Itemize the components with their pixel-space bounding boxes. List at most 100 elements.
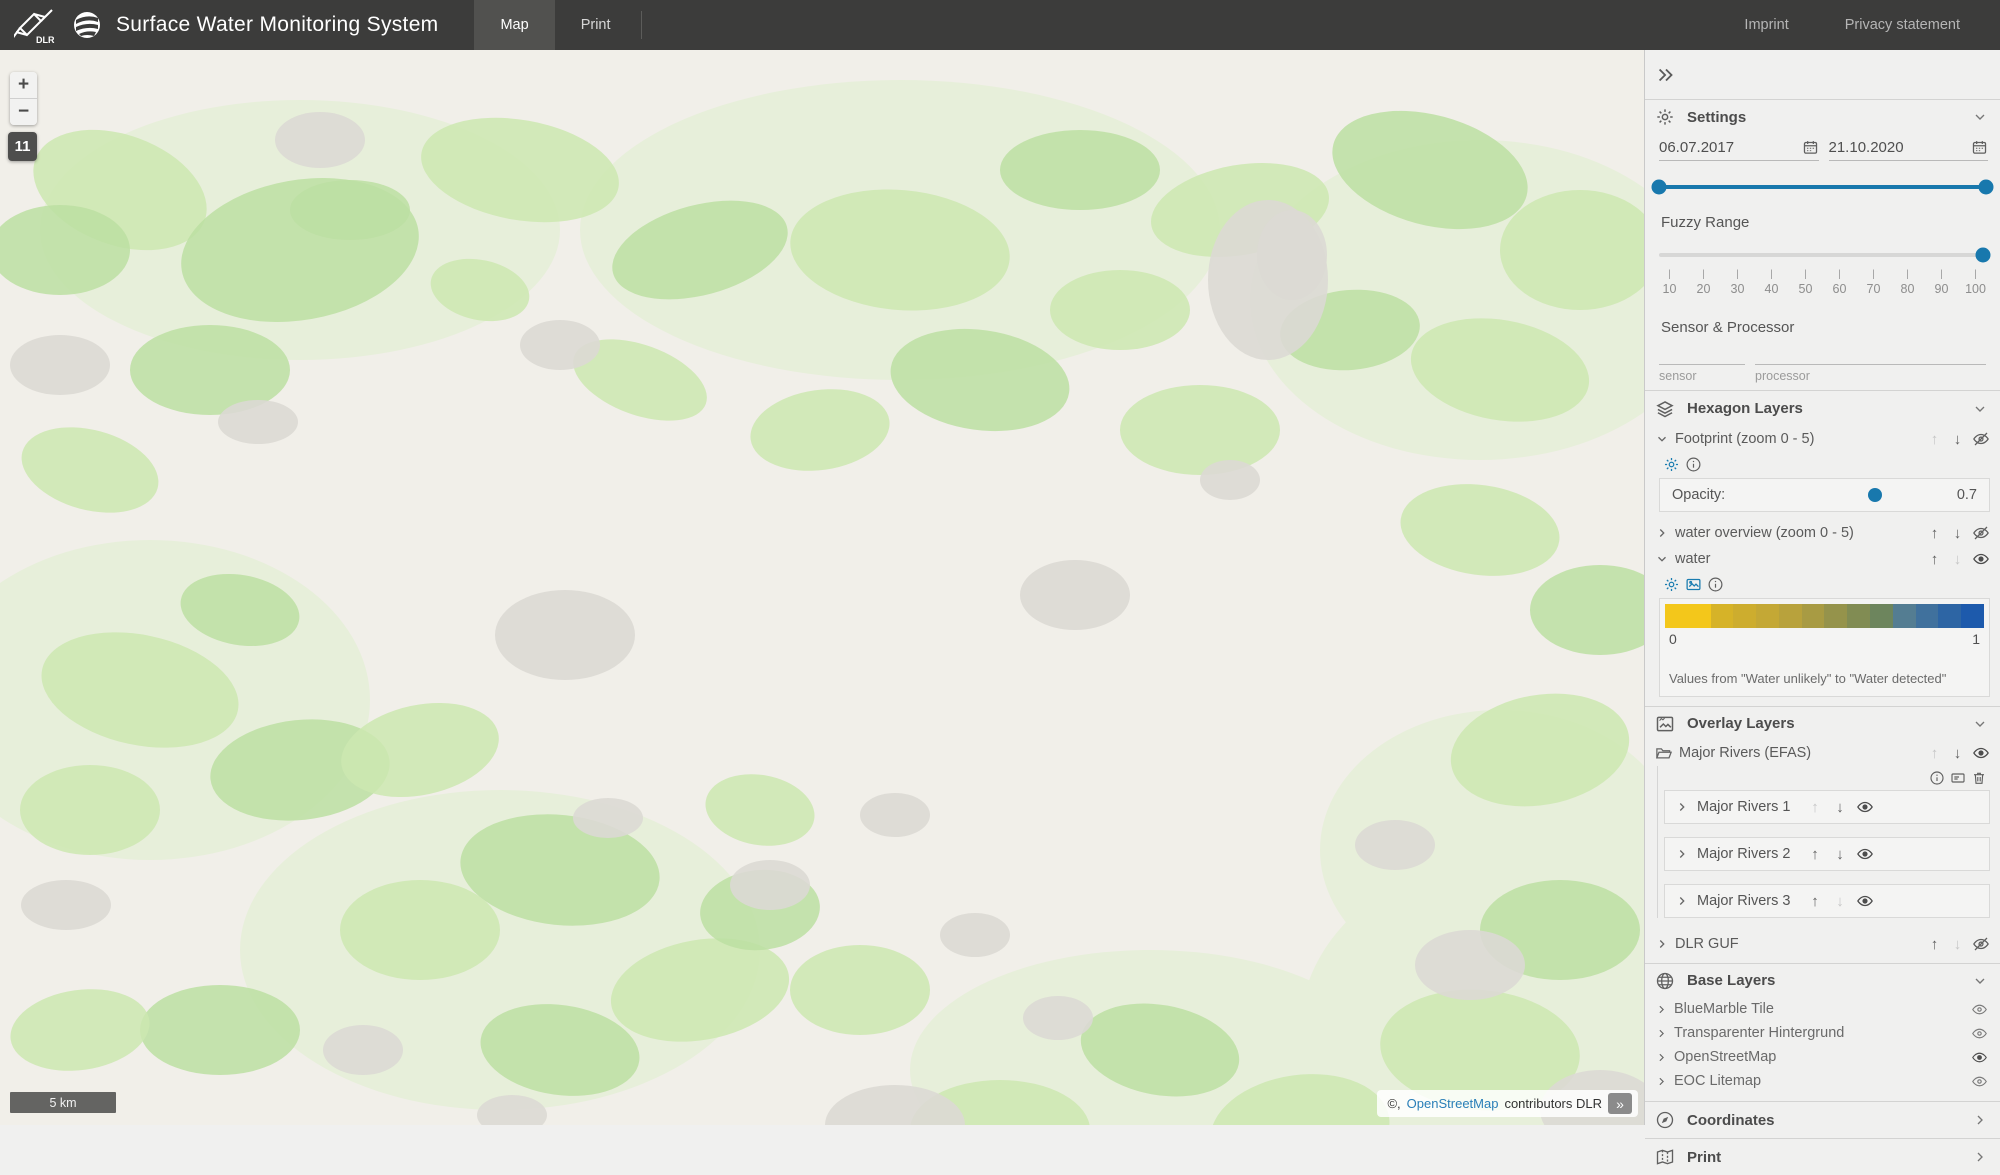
calendar-icon[interactable] <box>1802 139 1819 156</box>
info-icon[interactable] <box>1685 456 1702 473</box>
eye-active-icon[interactable] <box>1971 1049 1988 1066</box>
fuzzy-range-slider[interactable] <box>1645 240 2000 270</box>
eye-icon[interactable] <box>1972 744 1990 762</box>
print-section[interactable]: Print <box>1645 1139 2000 1175</box>
chevron-down-icon[interactable] <box>1972 973 1988 989</box>
move-up-icon[interactable]: ↑ <box>1806 799 1823 816</box>
move-down-icon[interactable]: ↓ <box>1949 745 1966 762</box>
chevron-right-icon[interactable] <box>1655 526 1669 540</box>
calendar-icon[interactable] <box>1971 139 1988 156</box>
range-handle-end[interactable] <box>1979 180 1994 195</box>
chevron-down-icon[interactable] <box>1972 401 1988 417</box>
eye-icon[interactable] <box>1856 845 1874 863</box>
move-up-icon[interactable]: ↑ <box>1926 745 1943 762</box>
base-layer-eoc-litemap[interactable]: EOC Litemap <box>1645 1069 2000 1093</box>
legend-image-icon[interactable] <box>1685 576 1702 593</box>
fuzzy-handle[interactable] <box>1975 248 1990 263</box>
layer-settings-gear-icon[interactable] <box>1663 456 1680 473</box>
move-down-icon[interactable]: ↓ <box>1949 431 1966 448</box>
osm-link[interactable]: OpenStreetMap <box>1407 1096 1499 1111</box>
map-canvas[interactable]: + − 11 5 km ©, OpenStreetMap contributor… <box>0 50 1644 1125</box>
move-down-icon[interactable]: ↓ <box>1949 525 1966 542</box>
chevron-right-icon[interactable] <box>1675 894 1689 908</box>
move-up-icon[interactable]: ↑ <box>1926 525 1943 542</box>
opacity-slider[interactable] <box>1735 479 1947 511</box>
move-up-icon[interactable]: ↑ <box>1806 846 1823 863</box>
overlay-layers-header[interactable]: Overlay Layers <box>1645 707 2000 740</box>
coordinates-section[interactable]: Coordinates <box>1645 1102 2000 1138</box>
layer-row-major-rivers-3[interactable]: Major Rivers 3 ↑ ↓ <box>1664 884 1990 918</box>
base-layer-transparent[interactable]: Transparenter Hintergrund <box>1645 1021 2000 1045</box>
move-down-icon[interactable]: ↓ <box>1949 551 1966 568</box>
chevron-down-icon[interactable] <box>1655 432 1669 446</box>
info-icon[interactable] <box>1707 576 1724 593</box>
sensor-field[interactable]: sensor <box>1659 350 1745 390</box>
chevron-right-icon[interactable] <box>1655 937 1669 951</box>
chevron-right-icon[interactable] <box>1675 847 1689 861</box>
chevron-down-icon[interactable] <box>1972 716 1988 732</box>
move-down-icon[interactable]: ↓ <box>1831 846 1848 863</box>
imprint-link[interactable]: Imprint <box>1744 17 1788 33</box>
base-layers-header[interactable]: Base Layers <box>1645 964 2000 997</box>
date-from-field[interactable]: 06.07.2017 <box>1659 134 1819 161</box>
eye-off-icon[interactable] <box>1972 430 1990 448</box>
chevron-right-icon[interactable] <box>1655 1051 1668 1064</box>
tab-print[interactable]: Print <box>555 0 637 50</box>
layer-name: water overview (zoom 0 - 5) <box>1675 525 1854 541</box>
zoom-in-button[interactable]: + <box>10 72 37 99</box>
attribution-expand-button[interactable]: » <box>1608 1093 1632 1114</box>
chevron-right-icon[interactable] <box>1972 1112 1988 1128</box>
base-layer-openstreetmap[interactable]: OpenStreetMap <box>1645 1045 2000 1069</box>
base-layer-name: OpenStreetMap <box>1674 1049 1776 1065</box>
overlay-layers-title: Overlay Layers <box>1687 715 1795 732</box>
eye-off-icon[interactable] <box>1972 524 1990 542</box>
layer-row-major-rivers-2[interactable]: Major Rivers 2 ↑ ↓ <box>1664 837 1990 871</box>
chevron-right-icon[interactable] <box>1972 1149 1988 1165</box>
settings-header[interactable]: Settings <box>1645 100 2000 134</box>
eye-icon[interactable] <box>1971 1073 1988 1090</box>
date-to-field[interactable]: 21.10.2020 <box>1829 134 1989 161</box>
move-down-icon[interactable]: ↓ <box>1949 936 1966 953</box>
move-up-icon[interactable]: ↑ <box>1806 893 1823 910</box>
layer-row-dlr-guf[interactable]: DLR GUF ↑ ↓ <box>1645 931 2000 957</box>
chevron-right-icon[interactable] <box>1655 1075 1668 1088</box>
layer-row-major-rivers-1[interactable]: Major Rivers 1 ↑ ↓ <box>1664 790 1990 824</box>
note-icon[interactable] <box>1950 770 1966 786</box>
attribution-copyright: ©, <box>1387 1096 1400 1111</box>
collapse-sidebar-icon[interactable] <box>1655 64 1677 86</box>
processor-field[interactable]: processor <box>1755 350 1986 390</box>
chevron-right-icon[interactable] <box>1675 800 1689 814</box>
layer-row-water[interactable]: water ↑ ↓ <box>1645 546 2000 572</box>
layer-row-footprint[interactable]: Footprint (zoom 0 - 5) ↑ ↓ <box>1645 426 2000 452</box>
chevron-right-icon[interactable] <box>1655 1003 1668 1016</box>
move-up-icon[interactable]: ↑ <box>1926 431 1943 448</box>
date-range-slider[interactable] <box>1645 170 2000 204</box>
chevron-down-icon[interactable] <box>1655 552 1669 566</box>
move-up-icon[interactable]: ↑ <box>1926 551 1943 568</box>
map-attribution: ©, OpenStreetMap contributors DLR » <box>1377 1090 1638 1117</box>
layer-settings-gear-icon[interactable] <box>1663 576 1680 593</box>
base-layer-bluemarble[interactable]: BlueMarble Tile <box>1645 997 2000 1021</box>
opacity-handle[interactable] <box>1868 488 1882 502</box>
move-up-icon[interactable]: ↑ <box>1926 936 1943 953</box>
trash-icon[interactable] <box>1971 770 1987 786</box>
tab-map[interactable]: Map <box>474 0 554 50</box>
eye-icon[interactable] <box>1971 1025 1988 1042</box>
layer-group-major-rivers[interactable]: Major Rivers (EFAS) ↑ ↓ <box>1645 740 2000 766</box>
print-title: Print <box>1687 1149 1721 1166</box>
chevron-right-icon[interactable] <box>1655 1027 1668 1040</box>
eye-icon[interactable] <box>1856 798 1874 816</box>
zoom-out-button[interactable]: − <box>10 99 37 125</box>
eye-icon[interactable] <box>1971 1001 1988 1018</box>
info-icon[interactable] <box>1929 770 1945 786</box>
eye-off-icon[interactable] <box>1972 935 1990 953</box>
privacy-link[interactable]: Privacy statement <box>1845 17 1960 33</box>
move-down-icon[interactable]: ↓ <box>1831 893 1848 910</box>
layer-row-water-overview[interactable]: water overview (zoom 0 - 5) ↑ ↓ <box>1645 520 2000 546</box>
move-down-icon[interactable]: ↓ <box>1831 799 1848 816</box>
chevron-down-icon[interactable] <box>1972 109 1988 125</box>
range-handle-start[interactable] <box>1652 180 1667 195</box>
hexagon-layers-header[interactable]: Hexagon Layers <box>1645 391 2000 426</box>
eye-icon[interactable] <box>1856 892 1874 910</box>
eye-icon[interactable] <box>1972 550 1990 568</box>
